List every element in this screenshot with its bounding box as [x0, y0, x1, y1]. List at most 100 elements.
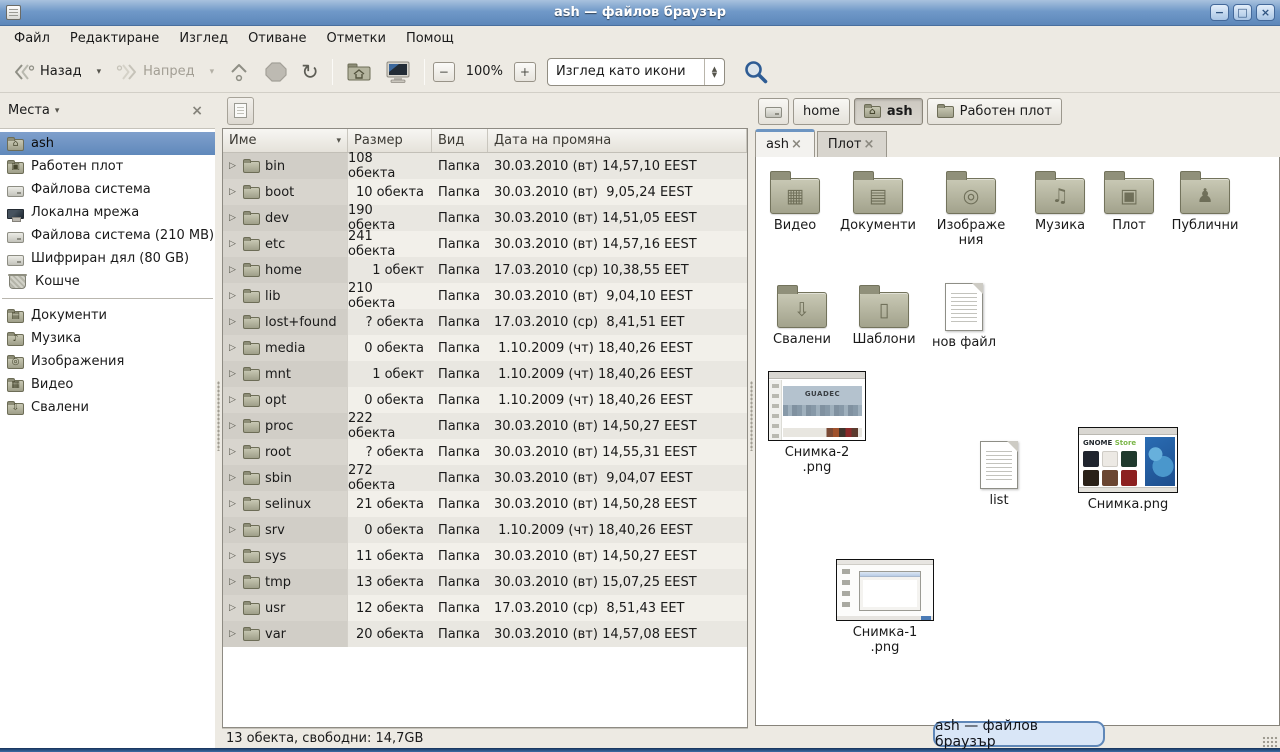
taskbar-window-button[interactable]: ash — файлов браузър	[933, 721, 1105, 747]
menu-item[interactable]: Редактиране	[60, 28, 169, 49]
column-header-type[interactable]: Вид	[432, 129, 488, 152]
maximize-button[interactable]: □	[1233, 4, 1252, 21]
breadcrumb-home-button[interactable]: home	[793, 98, 850, 125]
file-row[interactable]: sbin 272 обекта Папка 30.03.2010 (вт) 9,…	[223, 465, 747, 491]
image-shot[interactable]: GNOME Store Снимка.png	[1074, 427, 1182, 512]
folder-video[interactable]: ▦ Видео	[760, 169, 830, 233]
file-row[interactable]: dev 190 обекта Папка 30.03.2010 (вт) 14,…	[223, 205, 747, 231]
file-row[interactable]: home 1 обект Папка 17.03.2010 (ср) 10,38…	[223, 257, 747, 283]
column-header-size[interactable]: Размер	[348, 129, 432, 152]
folder-music[interactable]: ♫ Музика	[1024, 169, 1096, 233]
file-row[interactable]: lib 210 обекта Папка 30.03.2010 (вт) 9,0…	[223, 283, 747, 309]
sidebar-place-item[interactable]: Файлова система	[0, 178, 215, 201]
search-button[interactable]	[738, 55, 774, 89]
file-row[interactable]: usr 12 обекта Папка 17.03.2010 (ср) 8,51…	[223, 595, 747, 621]
sidebar-place-item[interactable]: ⇩ Свалени	[0, 396, 215, 419]
menu-item[interactable]: Изглед	[169, 28, 238, 49]
tab[interactable]: ash ×	[755, 129, 815, 157]
expander-icon[interactable]	[227, 395, 238, 405]
sidebar-place-item[interactable]: Кошче	[0, 270, 215, 293]
pane-resize-handle[interactable]	[748, 93, 755, 748]
expander-icon[interactable]	[227, 499, 238, 509]
breadcrumb-current-button[interactable]: ⌂ ash	[854, 98, 923, 125]
file-row[interactable]: srv 0 обекта Папка 1.10.2009 (чт) 18,40,…	[223, 517, 747, 543]
file-row[interactable]: root ? обекта Папка 30.03.2010 (вт) 14,5…	[223, 439, 747, 465]
sidebar-place-item[interactable]: Файлова система (210 MB)	[0, 224, 215, 247]
menu-item[interactable]: Отиване	[238, 28, 316, 49]
tab-close-icon[interactable]: ×	[789, 137, 804, 152]
menu-item[interactable]: Файл	[4, 28, 60, 49]
folder-downloads[interactable]: ⇩ Свалени	[764, 283, 840, 347]
reload-button[interactable]: ↻	[296, 58, 324, 86]
zoom-out-button[interactable]: −	[433, 62, 455, 82]
home-button[interactable]	[341, 57, 377, 87]
breadcrumb-desktop-button[interactable]: Работен плот	[927, 98, 1062, 125]
folder-public[interactable]: ♟ Публични	[1162, 169, 1248, 233]
location-toggle-button[interactable]	[227, 97, 254, 125]
pane-resize-handle[interactable]	[215, 93, 222, 748]
file-row[interactable]: proc 222 обекта Папка 30.03.2010 (вт) 14…	[223, 413, 747, 439]
file-list-doc[interactable]: list	[966, 441, 1032, 508]
expander-icon[interactable]	[227, 551, 238, 561]
expander-icon[interactable]	[227, 239, 238, 249]
breadcrumb-root-button[interactable]	[758, 98, 789, 125]
sidebar-place-item[interactable]: ▣ Работен плот	[0, 155, 215, 178]
expander-icon[interactable]	[227, 473, 238, 483]
file-row[interactable]: lost+found ? обекта Папка 17.03.2010 (ср…	[223, 309, 747, 335]
stop-button[interactable]	[259, 57, 293, 87]
image-shot2[interactable]: GUADEC Снимка-2.png	[766, 371, 868, 475]
expander-icon[interactable]	[227, 265, 238, 275]
file-row[interactable]: media 0 обекта Папка 1.10.2009 (чт) 18,4…	[223, 335, 747, 361]
menu-item[interactable]: Помощ	[396, 28, 464, 49]
forward-button[interactable]: Напред	[109, 57, 201, 87]
file-newfile[interactable]: нов файл	[928, 283, 1000, 350]
file-row[interactable]: selinux 21 обекта Папка 30.03.2010 (вт) …	[223, 491, 747, 517]
folder-templates[interactable]: ▯ Шаблони	[846, 283, 922, 347]
folder-desktop[interactable]: ▣ Плот	[1100, 169, 1158, 233]
menu-item[interactable]: Отметки	[316, 28, 395, 49]
tab-close-icon[interactable]: ×	[862, 137, 877, 152]
sidebar-close-button[interactable]: ×	[187, 103, 207, 119]
folder-documents[interactable]: ▤ Документи	[834, 169, 922, 233]
file-row[interactable]: etc 241 обекта Папка 30.03.2010 (вт) 14,…	[223, 231, 747, 257]
resize-grip[interactable]	[1262, 736, 1278, 748]
file-row[interactable]: var 20 обекта Папка 30.03.2010 (вт) 14,5…	[223, 621, 747, 647]
expander-icon[interactable]	[227, 525, 238, 535]
expander-icon[interactable]	[227, 603, 238, 613]
file-row[interactable]: opt 0 обекта Папка 1.10.2009 (чт) 18,40,…	[223, 387, 747, 413]
file-row[interactable]: bin 108 обекта Папка 30.03.2010 (вт) 14,…	[223, 153, 747, 179]
sidebar-place-item[interactable]: ⌂ ash	[0, 132, 215, 155]
expander-icon[interactable]	[227, 187, 238, 197]
tab[interactable]: Плот ×	[817, 131, 888, 157]
forward-dropdown[interactable]: ▾	[205, 63, 220, 81]
expander-icon[interactable]	[227, 291, 238, 301]
titlebar[interactable]: ash — файлов браузър − □ ×	[0, 0, 1280, 26]
expander-icon[interactable]	[227, 213, 238, 223]
back-button[interactable]: Назад	[6, 57, 89, 87]
expander-icon[interactable]	[227, 317, 238, 327]
image-shot1[interactable]: Снимка-1.png	[832, 559, 938, 655]
sidebar-place-item[interactable]: ▤ Документи	[0, 304, 215, 327]
minimize-button[interactable]: −	[1210, 4, 1229, 21]
file-row[interactable]: tmp 13 обекта Папка 30.03.2010 (вт) 15,0…	[223, 569, 747, 595]
expander-icon[interactable]	[227, 447, 238, 457]
sidebar-place-item[interactable]: Шифриран дял (80 GB)	[0, 247, 215, 270]
column-header-name[interactable]: Име ▾	[223, 129, 348, 152]
close-button[interactable]: ×	[1256, 4, 1275, 21]
column-header-date[interactable]: Дата на промяна	[488, 129, 747, 152]
file-row[interactable]: sys 11 обекта Папка 30.03.2010 (вт) 14,5…	[223, 543, 747, 569]
places-selector[interactable]: Места ▾	[8, 103, 59, 118]
expander-icon[interactable]	[227, 629, 238, 639]
expander-icon[interactable]	[227, 577, 238, 587]
file-row[interactable]: mnt 1 обект Папка 1.10.2009 (чт) 18,40,2…	[223, 361, 747, 387]
folder-images[interactable]: ◎ Изображения	[928, 169, 1014, 248]
view-mode-select[interactable]: Изглед като икони ▲ ▼	[547, 58, 725, 86]
expander-icon[interactable]	[227, 343, 238, 353]
zoom-in-button[interactable]: +	[514, 62, 536, 82]
file-row[interactable]: boot 10 обекта Папка 30.03.2010 (вт) 9,0…	[223, 179, 747, 205]
up-button[interactable]	[222, 57, 256, 87]
expander-icon[interactable]	[227, 161, 238, 171]
expander-icon[interactable]	[227, 421, 238, 431]
back-dropdown[interactable]: ▾	[92, 63, 107, 81]
sidebar-place-item[interactable]: Локална мрежа	[0, 201, 215, 224]
